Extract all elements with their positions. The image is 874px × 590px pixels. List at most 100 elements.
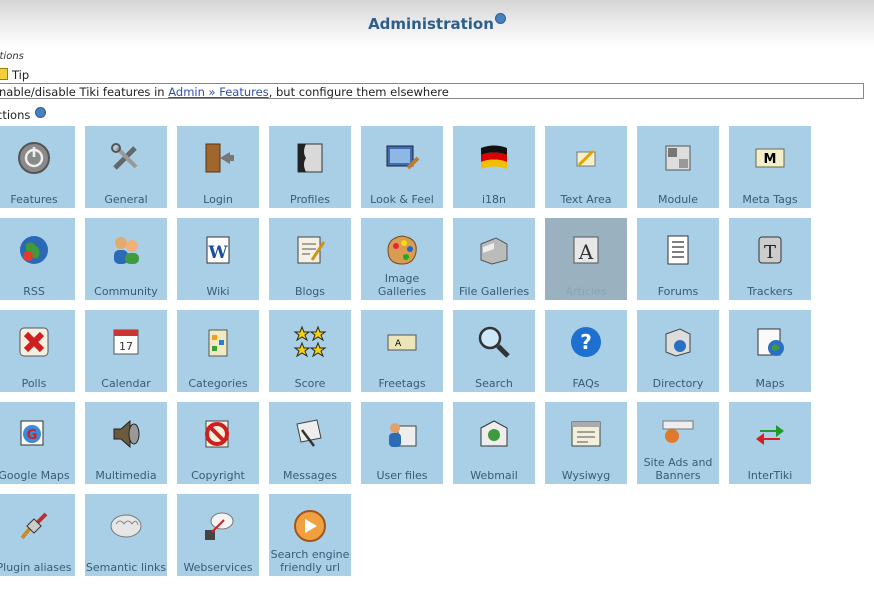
section-tile-categories[interactable]: Categories — [176, 309, 260, 393]
section-tile-articles[interactable]: A Articles — [544, 217, 628, 301]
section-tile-freetags[interactable]: A Freetags — [360, 309, 444, 393]
section-tile-intertiki[interactable]: InterTiki — [728, 401, 812, 485]
section-tile-rss[interactable]: RSS — [0, 217, 76, 301]
section-tile-general[interactable]: General — [84, 125, 168, 209]
section-tile-label: FAQs — [572, 377, 600, 390]
section-tile-site-ads-and-banners[interactable]: Site Ads and Banners — [636, 401, 720, 485]
section-tile-search[interactable]: Search — [452, 309, 536, 393]
section-tile-label: i18n — [481, 193, 507, 206]
tip-title: Tip — [0, 68, 29, 82]
svg-text:17: 17 — [119, 340, 133, 353]
section-tile-webmail[interactable]: Webmail — [452, 401, 536, 485]
plug-icon — [16, 508, 52, 544]
section-tile-calendar[interactable]: 17 Calendar — [84, 309, 168, 393]
section-tile-webservices[interactable]: Webservices — [176, 493, 260, 577]
section-tile-plugin-aliases[interactable]: Plugin aliases — [0, 493, 76, 577]
question-icon: ? — [568, 324, 604, 360]
section-tile-polls[interactable]: Polls — [0, 309, 76, 393]
section-tile-module[interactable]: Module — [636, 125, 720, 209]
section-tile-label: Freetags — [378, 377, 426, 390]
paint-picture-icon — [384, 140, 420, 176]
section-tile-blogs[interactable]: Blogs — [268, 217, 352, 301]
wysiwyg-icon — [568, 416, 604, 452]
profile-icon — [292, 140, 328, 176]
section-tile-label: Search engine friendly url — [270, 548, 350, 574]
section-tile-profiles[interactable]: Profiles — [268, 125, 352, 209]
section-tile-label: Maps — [755, 377, 785, 390]
section-tile-directory[interactable]: Directory — [636, 309, 720, 393]
section-tile-forums[interactable]: Forums — [636, 217, 720, 301]
section-tile-meta-tags[interactable]: M Meta Tags — [728, 125, 812, 209]
section-tile-label: Profiles — [290, 193, 330, 206]
svg-text:M: M — [764, 152, 777, 167]
breadcrumb[interactable]: ctions — [0, 51, 24, 62]
section-tile-look-feel[interactable]: Look & Feel — [360, 125, 444, 209]
sections-label: ctions — [0, 107, 46, 122]
tag-icon: M — [752, 140, 788, 176]
section-tile-label: Polls — [21, 377, 47, 390]
section-tile-user-files[interactable]: User files — [360, 401, 444, 485]
section-tile-wiki[interactable]: W Wiki — [176, 217, 260, 301]
section-tile-label: Module — [658, 193, 698, 206]
section-tile-copyright[interactable]: Copyright — [176, 401, 260, 485]
section-tile-wysiwyg[interactable]: Wysiwyg — [544, 401, 628, 485]
section-tile-maps[interactable]: Maps — [728, 309, 812, 393]
module-icon — [660, 140, 696, 176]
help-icon[interactable] — [494, 13, 506, 24]
section-tile-multimedia[interactable]: Multimedia — [84, 401, 168, 485]
section-tile-label: Copyright — [191, 469, 245, 482]
section-tile-label: Multimedia — [95, 469, 157, 482]
section-tile-label: Community — [94, 285, 158, 298]
section-tile-label: Wiki — [206, 285, 230, 298]
section-tile-label: Messages — [283, 469, 337, 482]
section-tile-label: Score — [294, 377, 326, 390]
map-icon — [752, 324, 788, 360]
tools-icon — [108, 140, 144, 176]
section-tile-score[interactable]: Score — [268, 309, 352, 393]
section-tile-text-area[interactable]: Text Area — [544, 125, 628, 209]
arrows-icon — [752, 416, 788, 452]
section-tile-login[interactable]: Login — [176, 125, 260, 209]
section-tile-label: Semantic links — [85, 561, 167, 574]
x-icon — [16, 324, 52, 360]
section-tile-label: Meta Tags — [742, 193, 798, 206]
section-tile-file-galleries[interactable]: File Galleries — [452, 217, 536, 301]
article-icon: A — [568, 232, 604, 268]
sefurl-icon — [292, 508, 328, 544]
section-tile-trackers[interactable]: T Trackers — [728, 217, 812, 301]
palette-icon — [384, 232, 420, 268]
brain-icon — [108, 508, 144, 544]
tip-icon — [0, 68, 8, 80]
magnifier-icon — [476, 324, 512, 360]
section-tile-label: Blogs — [294, 285, 326, 298]
svg-text:?: ? — [580, 330, 592, 354]
user-files-icon — [384, 416, 420, 452]
section-tile-community[interactable]: Community — [84, 217, 168, 301]
calendar-icon: 17 — [108, 324, 144, 360]
door-icon — [200, 140, 236, 176]
section-tile-label: Forums — [657, 285, 699, 298]
section-tile-semantic-links[interactable]: Semantic links — [84, 493, 168, 577]
section-tile-i18n[interactable]: i18n — [452, 125, 536, 209]
webmail-icon — [476, 416, 512, 452]
stars-icon — [292, 324, 328, 360]
section-tile-label: RSS — [23, 285, 45, 298]
section-tile-label: File Galleries — [458, 285, 530, 298]
section-tile-label: InterTiki — [747, 469, 793, 482]
section-tile-faqs[interactable]: ? FAQs — [544, 309, 628, 393]
section-tile-search-engine-friendly-url[interactable]: Search engine friendly url — [268, 493, 352, 577]
svg-text:A: A — [578, 240, 594, 264]
people-icon — [108, 232, 144, 268]
section-tile-label: Image Galleries — [377, 272, 427, 298]
section-tile-image-galleries[interactable]: Image Galleries — [360, 217, 444, 301]
admin-features-link[interactable]: Admin » Features — [168, 85, 268, 98]
svg-text:G: G — [27, 428, 38, 443]
section-tile-label: General — [104, 193, 148, 206]
section-tile-messages[interactable]: Messages — [268, 401, 352, 485]
header-bar: Administration — [0, 0, 874, 48]
section-tile-label: Login — [203, 193, 233, 206]
section-tile-label: Plugin aliases — [0, 561, 72, 574]
section-tile-features[interactable]: Features — [0, 125, 76, 209]
sections-help-icon[interactable] — [35, 107, 46, 118]
section-tile-google-maps[interactable]: G Google Maps — [0, 401, 76, 485]
